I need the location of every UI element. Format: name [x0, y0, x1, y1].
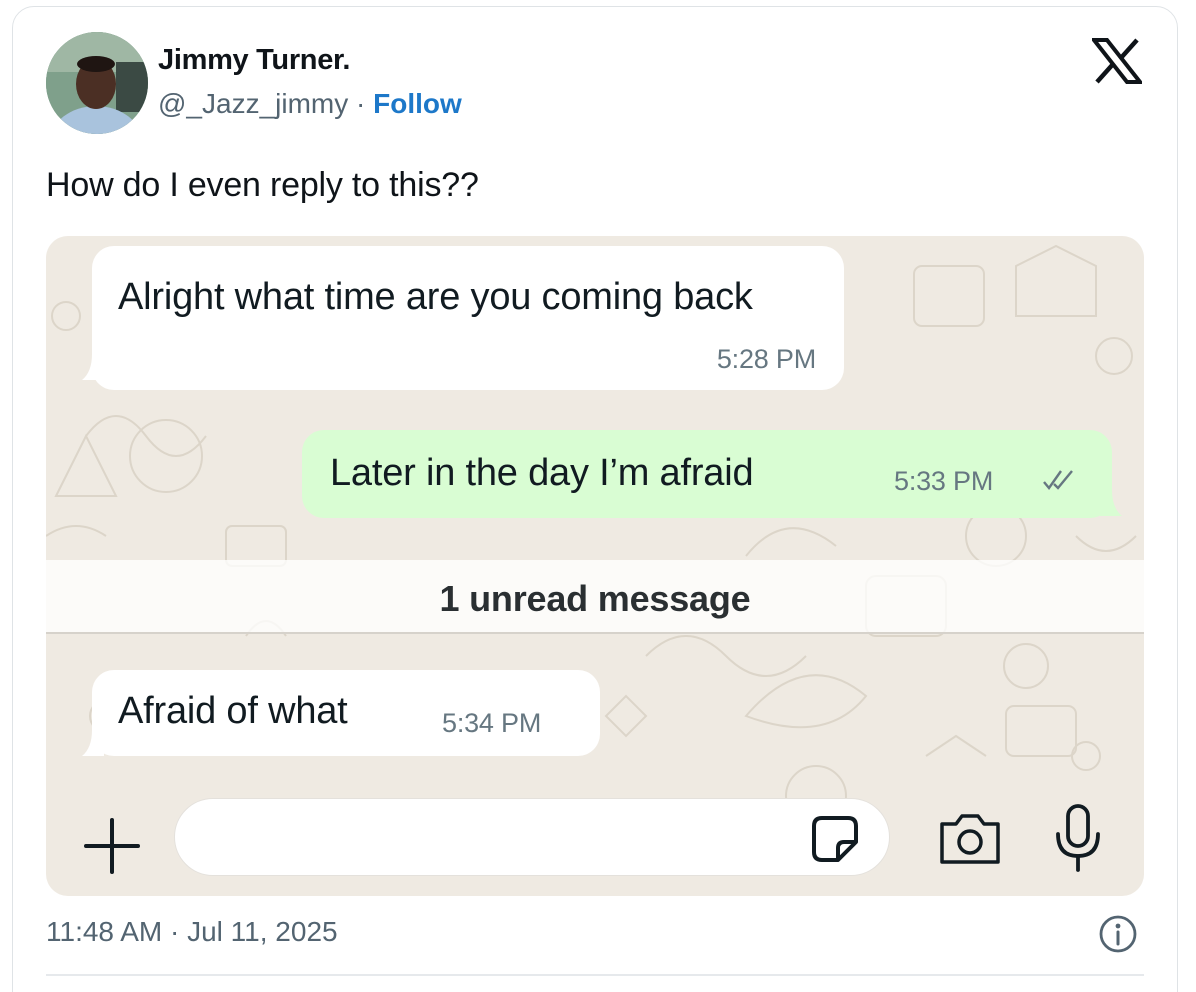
message-text: Alright what time are you coming back [118, 276, 753, 318]
message-text: Afraid of what [118, 690, 348, 732]
message-time: 5:33 PM [894, 466, 994, 496]
message-bubble-incoming[interactable]: Afraid of what 5:34 PM [92, 670, 600, 756]
chat-screenshot: Alright what time are you coming back 5:… [46, 236, 1144, 896]
message-time: 5:34 PM [442, 708, 542, 738]
author-name[interactable]: Jimmy Turner. [158, 44, 351, 77]
tweet-text: How do I even reply to this?? [46, 166, 479, 204]
message-bubble-incoming[interactable]: Alright what time are you coming back 5:… [92, 246, 844, 390]
divider [46, 974, 1144, 976]
message-time: 5:28 PM [716, 344, 816, 374]
unread-label: 1 unread message [439, 578, 751, 619]
x-logo-icon[interactable] [1089, 38, 1145, 84]
follow-button[interactable]: Follow [373, 88, 462, 119]
info-icon[interactable] [1098, 914, 1138, 954]
unread-divider: 1 unread message [46, 560, 1144, 634]
double-check-icon [1043, 470, 1073, 490]
plus-icon[interactable] [80, 814, 144, 878]
tweet-timestamp[interactable]: 11:48 AM · Jul 11, 2025 [46, 916, 338, 948]
handle-separator: · [356, 88, 366, 119]
author-handle[interactable]: @_Jazz_jimmy [158, 88, 348, 119]
author-handle-row: @_Jazz_jimmy · Follow [158, 88, 462, 120]
message-text: Later in the day I’m afraid [330, 452, 754, 494]
message-input[interactable] [174, 798, 890, 876]
message-bubble-outgoing[interactable]: Later in the day I’m afraid 5:33 PM [302, 430, 1112, 518]
sticker-icon[interactable] [810, 814, 860, 864]
author-avatar[interactable] [46, 32, 148, 134]
camera-icon[interactable] [938, 810, 1002, 866]
microphone-icon[interactable] [1050, 802, 1106, 874]
